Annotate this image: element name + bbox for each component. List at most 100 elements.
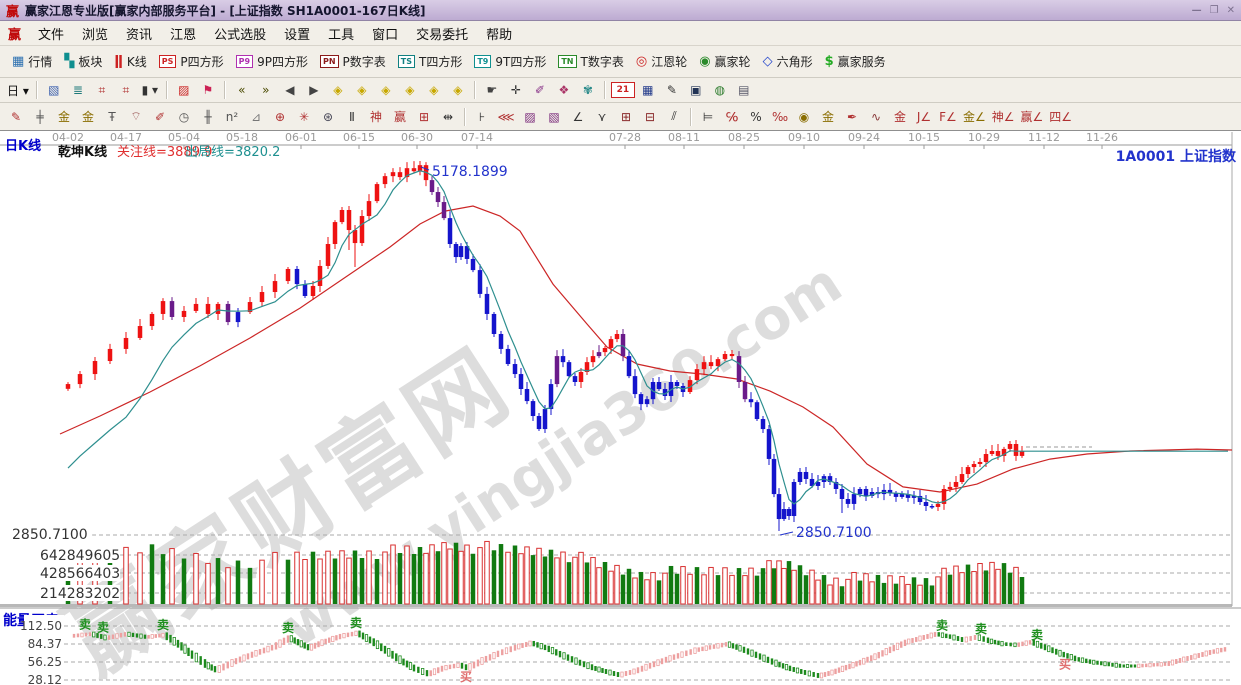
wave-icon[interactable]: ∿: [865, 107, 887, 127]
draw-tools-icon[interactable]: ❖: [553, 80, 575, 100]
next-bar-icon[interactable]: ▶: [303, 80, 325, 100]
menu-浏览[interactable]: 浏览: [73, 22, 117, 45]
prev-bar-icon[interactable]: ◀: [279, 80, 301, 100]
percent-line-icon[interactable]: ℅: [721, 107, 743, 127]
calculator-icon[interactable]: ▦: [637, 80, 659, 100]
compress-icon[interactable]: ◈: [399, 80, 421, 100]
gold2-angle-icon[interactable]: 金∠: [961, 107, 988, 127]
toolbar-p-square-button[interactable]: PSP四方形: [153, 50, 230, 73]
color-flag-icon[interactable]: ⚑: [197, 80, 219, 100]
gold-angle-icon[interactable]: 金: [889, 107, 911, 127]
percent-icon[interactable]: %: [745, 107, 767, 127]
menu-交易委托[interactable]: 交易委托: [407, 22, 477, 45]
toolbar-winner-wheel-button[interactable]: ◉赢家轮: [693, 50, 756, 73]
cycle9-icon[interactable]: ⌗: [115, 80, 137, 100]
toolbar-9t-square-button[interactable]: T99T四方形: [468, 50, 552, 73]
quote-list-icon[interactable]: ≣: [67, 80, 89, 100]
menu-公式选股[interactable]: 公式选股: [205, 22, 275, 45]
k-mark-icon[interactable]: Ⅱ: [341, 107, 363, 127]
toolbar-quotes-button[interactable]: ▦行情: [6, 50, 58, 73]
zoom-left-icon[interactable]: ◈: [327, 80, 349, 100]
formula-icon[interactable]: ▨: [173, 80, 195, 100]
analysis-icon[interactable]: ✾: [577, 80, 599, 100]
toolbar-gann-wheel-button[interactable]: ◎江恩轮: [630, 50, 693, 73]
expand-v-icon[interactable]: ◈: [423, 80, 445, 100]
toolbar-9p-square-button[interactable]: P99P四方形: [230, 50, 314, 73]
pen-tool-icon[interactable]: ✎: [5, 107, 27, 127]
gold-section-icon[interactable]: 金: [77, 107, 99, 127]
permille-icon[interactable]: ‰: [769, 107, 791, 127]
grid-icon[interactable]: ⊞: [615, 107, 637, 127]
menu-工具[interactable]: 工具: [319, 22, 363, 45]
toolbar-p-number-table-button[interactable]: PNP数字表: [314, 50, 392, 73]
toolbar-sectors-button[interactable]: ▚板块: [58, 50, 108, 73]
candle-style-selector[interactable]: ▮ ▾: [139, 80, 161, 100]
toolbar-winner-service-button[interactable]: $赢家服务: [819, 50, 892, 73]
v-lines-icon[interactable]: ⋎: [591, 107, 613, 127]
grid-arrow-icon[interactable]: ⊟: [639, 107, 661, 127]
toolbar-kline-button[interactable]: ǁK线: [108, 50, 152, 73]
angle-lines-icon[interactable]: ∠: [567, 107, 589, 127]
gann-square-icon[interactable]: ▧: [543, 107, 565, 127]
close-button[interactable]: ✕: [1227, 5, 1235, 16]
gold-line-icon[interactable]: 金: [817, 107, 839, 127]
chart-area[interactable]: 赢家财富网www.yingjia360.com04-0204-1705-0405…: [0, 131, 1241, 685]
menu-江恩[interactable]: 江恩: [161, 22, 205, 45]
expand-all-icon[interactable]: ◈: [447, 80, 469, 100]
menu-资讯[interactable]: 资讯: [117, 22, 161, 45]
cycle-clock-icon[interactable]: ◷: [173, 107, 195, 127]
window-grid-icon[interactable]: ▧: [43, 80, 65, 100]
maximize-button[interactable]: ❐: [1210, 5, 1219, 16]
jump-end-icon[interactable]: »: [255, 80, 277, 100]
fan-lines-icon[interactable]: ⋘: [495, 107, 517, 127]
ink-pen-icon[interactable]: ✒: [841, 107, 863, 127]
zoom-h-icon[interactable]: ◈: [375, 80, 397, 100]
minimize-button[interactable]: —: [1192, 5, 1202, 16]
period-day-selector[interactable]: 日 ▾: [5, 80, 31, 100]
span-arrow-icon[interactable]: ⇹: [437, 107, 459, 127]
target-circle-icon[interactable]: ⊕: [269, 107, 291, 127]
gann-box-icon[interactable]: ▨: [519, 107, 541, 127]
cycle3-icon[interactable]: ⌗: [91, 80, 113, 100]
calendar-icon[interactable]: 21: [611, 82, 635, 98]
menu-帮助[interactable]: 帮助: [477, 22, 521, 45]
win-angle-icon[interactable]: 赢∠: [1019, 107, 1046, 127]
win-tool-icon[interactable]: 赢: [389, 107, 411, 127]
save-icon[interactable]: ▣: [685, 80, 707, 100]
ruler123-icon[interactable]: ⊞: [413, 107, 435, 127]
four-angle-icon[interactable]: 四∠: [1047, 107, 1074, 127]
menu-设置[interactable]: 设置: [275, 22, 319, 45]
gold-ratio-icon[interactable]: 金: [53, 107, 75, 127]
toolbar-hexagon-button[interactable]: ◇六角形: [757, 50, 819, 73]
toolbar-t-square-button[interactable]: TST四方形: [392, 50, 469, 73]
hand-tool-icon[interactable]: ☛: [481, 80, 503, 100]
crosshair-icon[interactable]: ✛: [505, 80, 527, 100]
system-icon[interactable]: ▤: [733, 80, 755, 100]
brush-icon[interactable]: ✐: [149, 107, 171, 127]
window-controls[interactable]: — ❐ ✕: [1192, 5, 1235, 16]
note-icon[interactable]: ✎: [661, 80, 683, 100]
zoom-right-icon[interactable]: ◈: [351, 80, 373, 100]
f-angle-icon[interactable]: F∠: [937, 107, 959, 127]
shen-tool-icon[interactable]: 神: [365, 107, 387, 127]
menu-文件[interactable]: 文件: [29, 22, 73, 45]
angle-icon[interactable]: ⊿: [245, 107, 267, 127]
toolbar-t-number-table-button[interactable]: TNT数字表: [552, 50, 630, 73]
star-web-icon[interactable]: ✳: [293, 107, 315, 127]
menu-窗口[interactable]: 窗口: [363, 22, 407, 45]
gold-circle-icon[interactable]: ◉: [793, 107, 815, 127]
shen-angle-icon[interactable]: 神∠: [990, 107, 1017, 127]
j-angle-icon[interactable]: J∠: [913, 107, 935, 127]
n2-icon[interactable]: n²: [221, 107, 243, 127]
jump-start-icon[interactable]: «: [231, 80, 253, 100]
f-line-icon[interactable]: Ŧ: [101, 107, 123, 127]
scale-icon[interactable]: ⊨: [697, 107, 719, 127]
gann-grid-icon[interactable]: ╪: [29, 107, 51, 127]
frame-icon[interactable]: ⊦: [471, 107, 493, 127]
pointer-tool-icon[interactable]: ✐: [529, 80, 551, 100]
network-icon[interactable]: ◍: [709, 80, 731, 100]
spiral-icon[interactable]: ⌔: [125, 107, 147, 127]
spider-web-icon[interactable]: ⊛: [317, 107, 339, 127]
ruler-grid-icon[interactable]: ╫: [197, 107, 219, 127]
parallel-icon[interactable]: ⫽: [663, 107, 685, 127]
